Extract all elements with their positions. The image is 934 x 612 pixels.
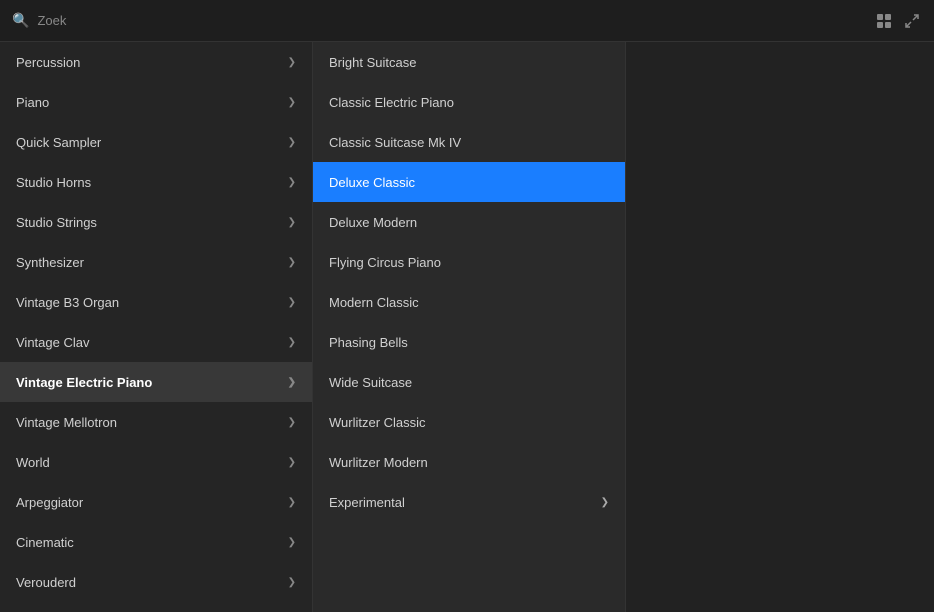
sub-item-label: Flying Circus Piano	[329, 255, 441, 270]
left-menu-item[interactable]: Synthesizer ❯	[0, 242, 312, 282]
menu-item-label: Studio Strings	[16, 215, 97, 230]
left-menu-item[interactable]: Vintage B3 Organ ❯	[0, 282, 312, 322]
menu-item-label: Synthesizer	[16, 255, 84, 270]
sub-menu-item[interactable]: Phasing Bells	[313, 322, 625, 362]
chevron-right-icon: ❯	[288, 497, 296, 508]
content-area: Percussion❯Piano❯Quick Sampler❯Studio Ho…	[0, 42, 934, 612]
chevron-right-icon: ❯	[288, 297, 296, 308]
menu-item-label: Quick Sampler	[16, 135, 101, 150]
menu-item-label: Piano	[16, 95, 49, 110]
sub-item-label: Classic Electric Piano	[329, 95, 454, 110]
sub-item-label: Experimental	[329, 495, 405, 510]
left-menu-item[interactable]: Verouderd ❯	[0, 562, 312, 602]
chevron-right-icon: ❯	[288, 257, 296, 268]
middle-panel: Bright Suitcase Classic Electric Piano Cla…	[313, 42, 626, 612]
menu-item-label: Percussion	[16, 55, 80, 70]
sub-menu-item[interactable]: Deluxe Modern	[313, 202, 625, 242]
menu-item-label: Vintage Electric Piano	[16, 375, 152, 390]
chevron-right-icon: ❯	[601, 497, 609, 508]
chevron-right-icon: ❯	[288, 537, 296, 548]
chevron-right-icon: ❯	[288, 217, 296, 228]
sub-menu-item[interactable]: Bright Suitcase	[313, 42, 625, 82]
sub-item-label: Deluxe Classic	[329, 175, 415, 190]
left-menu-item[interactable]: Piano ❯	[0, 82, 312, 122]
left-menu-item[interactable]: Vintage Electric Piano ❯	[0, 362, 312, 402]
chevron-right-icon: ❯	[288, 137, 296, 148]
search-bar: 🔍	[0, 0, 934, 42]
chevron-right-icon: ❯	[288, 417, 296, 428]
left-menu-item[interactable]: Arpeggiator ❯	[0, 482, 312, 522]
sub-menu-item[interactable]: Deluxe Classic	[313, 162, 625, 202]
sub-item-label: Wurlitzer Modern	[329, 455, 428, 470]
chevron-right-icon: ❯	[288, 377, 296, 388]
left-menu-item[interactable]: Vintage Mellotron ❯	[0, 402, 312, 442]
left-menu-item[interactable]: Quick Sampler ❯	[0, 122, 312, 162]
menu-item-label: Arpeggiator	[16, 495, 83, 510]
menu-item-label: Vintage Clav	[16, 335, 89, 350]
search-icon: 🔍	[12, 12, 29, 29]
chevron-right-icon: ❯	[288, 457, 296, 468]
sub-menu-item[interactable]: Wide Suitcase	[313, 362, 625, 402]
toolbar-icons	[874, 11, 922, 31]
sub-item-label: Deluxe Modern	[329, 215, 417, 230]
chevron-right-icon: ❯	[288, 57, 296, 68]
chevron-right-icon: ❯	[288, 97, 296, 108]
sub-item-label: Phasing Bells	[329, 335, 408, 350]
menu-item-label: Verouderd	[16, 575, 76, 590]
menu-item-label: Studio Horns	[16, 175, 91, 190]
chevron-right-icon: ❯	[288, 337, 296, 348]
sub-item-label: Wurlitzer Classic	[329, 415, 426, 430]
sub-menu-item[interactable]: Experimental ❯	[313, 482, 625, 522]
grid-view-icon[interactable]	[874, 11, 894, 31]
sub-item-label: Bright Suitcase	[329, 55, 416, 70]
sub-menu-item[interactable]: Flying Circus Piano	[313, 242, 625, 282]
search-input[interactable]	[37, 13, 866, 28]
menu-item-label: Cinematic	[16, 535, 74, 550]
sub-menu-item[interactable]: Classic Suitcase Mk IV	[313, 122, 625, 162]
chevron-right-icon: ❯	[288, 177, 296, 188]
sub-menu-item[interactable]: Modern Classic	[313, 282, 625, 322]
menu-item-label: World	[16, 455, 50, 470]
right-panel	[626, 42, 934, 612]
sub-item-label: Wide Suitcase	[329, 375, 412, 390]
left-menu-item[interactable]: Cinematic ❯	[0, 522, 312, 562]
sub-menu-item[interactable]: Classic Electric Piano	[313, 82, 625, 122]
left-menu-item[interactable]: Percussion ❯	[0, 42, 312, 82]
left-panel: Percussion❯Piano❯Quick Sampler❯Studio Ho…	[0, 42, 313, 612]
sub-item-label: Classic Suitcase Mk IV	[329, 135, 461, 150]
resize-icon[interactable]	[902, 11, 922, 31]
menu-item-label: Vintage B3 Organ	[16, 295, 119, 310]
chevron-right-icon: ❯	[288, 577, 296, 588]
left-menu-item[interactable]: Vintage Clav ❯	[0, 322, 312, 362]
sub-item-label: Modern Classic	[329, 295, 419, 310]
sub-menu-item[interactable]: Wurlitzer Classic	[313, 402, 625, 442]
left-menu-item[interactable]: Studio Horns ❯	[0, 162, 312, 202]
menu-item-label: Vintage Mellotron	[16, 415, 117, 430]
left-menu-item[interactable]: Studio Strings ❯	[0, 202, 312, 242]
left-menu-item[interactable]: World ❯	[0, 442, 312, 482]
sub-menu-item[interactable]: Wurlitzer Modern	[313, 442, 625, 482]
